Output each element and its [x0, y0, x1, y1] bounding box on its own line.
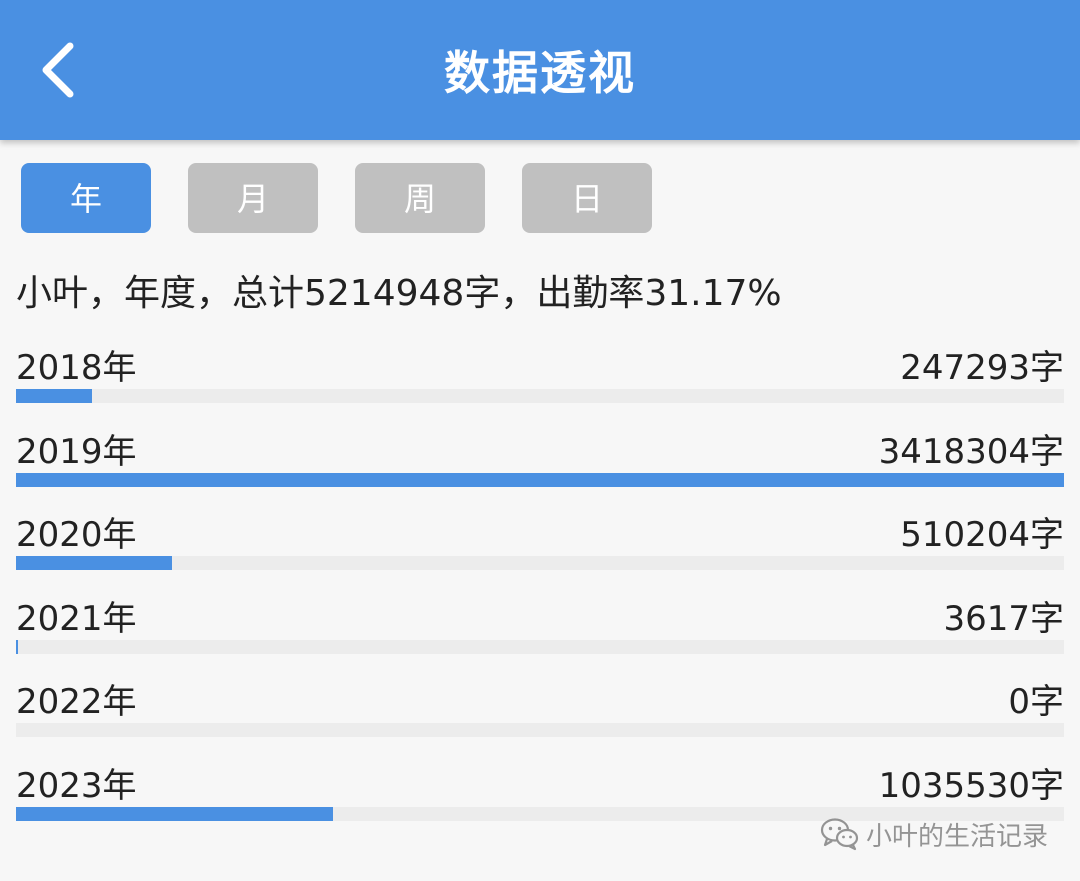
tab-week[interactable]: 周: [355, 163, 485, 233]
row-value: 3617字: [943, 599, 1064, 639]
wechat-icon: [820, 818, 859, 851]
row-value: 1035530字: [878, 766, 1064, 806]
progress-fill: [16, 473, 1064, 487]
progress-track: [16, 723, 1064, 737]
list-item: 2019年 3418304字: [16, 424, 1064, 490]
list-item: 2021年 3617字: [16, 591, 1064, 657]
watermark: 小叶的生活记录: [820, 812, 1048, 856]
tab-month[interactable]: 月: [188, 163, 318, 233]
row-label: 2021年: [16, 599, 137, 639]
summary-text: 小叶，年度，总计5214948字，出勤率31.17%: [16, 273, 782, 314]
progress-track: [16, 389, 1064, 403]
list-item: 2022年 0字: [16, 674, 1064, 740]
progress-fill: [16, 640, 18, 654]
progress-fill: [16, 389, 92, 403]
tab-year[interactable]: 年: [21, 163, 151, 233]
progress-track: [16, 473, 1064, 487]
row-value: 510204字: [900, 515, 1064, 555]
progress-fill: [16, 556, 173, 570]
list-item: 2020年 510204字: [16, 507, 1064, 573]
app-header: 数据透视: [0, 0, 1080, 140]
list-item: 2018年 247293字: [16, 340, 1064, 406]
row-label: 2018年: [16, 348, 137, 388]
tab-day[interactable]: 日: [522, 163, 652, 233]
row-label: 2020年: [16, 515, 137, 555]
progress-track: [16, 640, 1064, 654]
row-value: 247293字: [900, 348, 1064, 388]
progress-track: [16, 556, 1064, 570]
progress-fill: [16, 807, 334, 821]
chevron-left-icon: [42, 42, 74, 98]
page-title: 数据透视: [444, 46, 636, 100]
row-value: 0字: [1008, 682, 1064, 722]
row-label: 2022年: [16, 682, 137, 722]
watermark-text: 小叶的生活记录: [865, 821, 1048, 852]
row-label: 2023年: [16, 766, 137, 806]
back-button[interactable]: [22, 28, 102, 112]
row-label: 2019年: [16, 432, 137, 472]
row-value: 3418304字: [878, 432, 1064, 472]
